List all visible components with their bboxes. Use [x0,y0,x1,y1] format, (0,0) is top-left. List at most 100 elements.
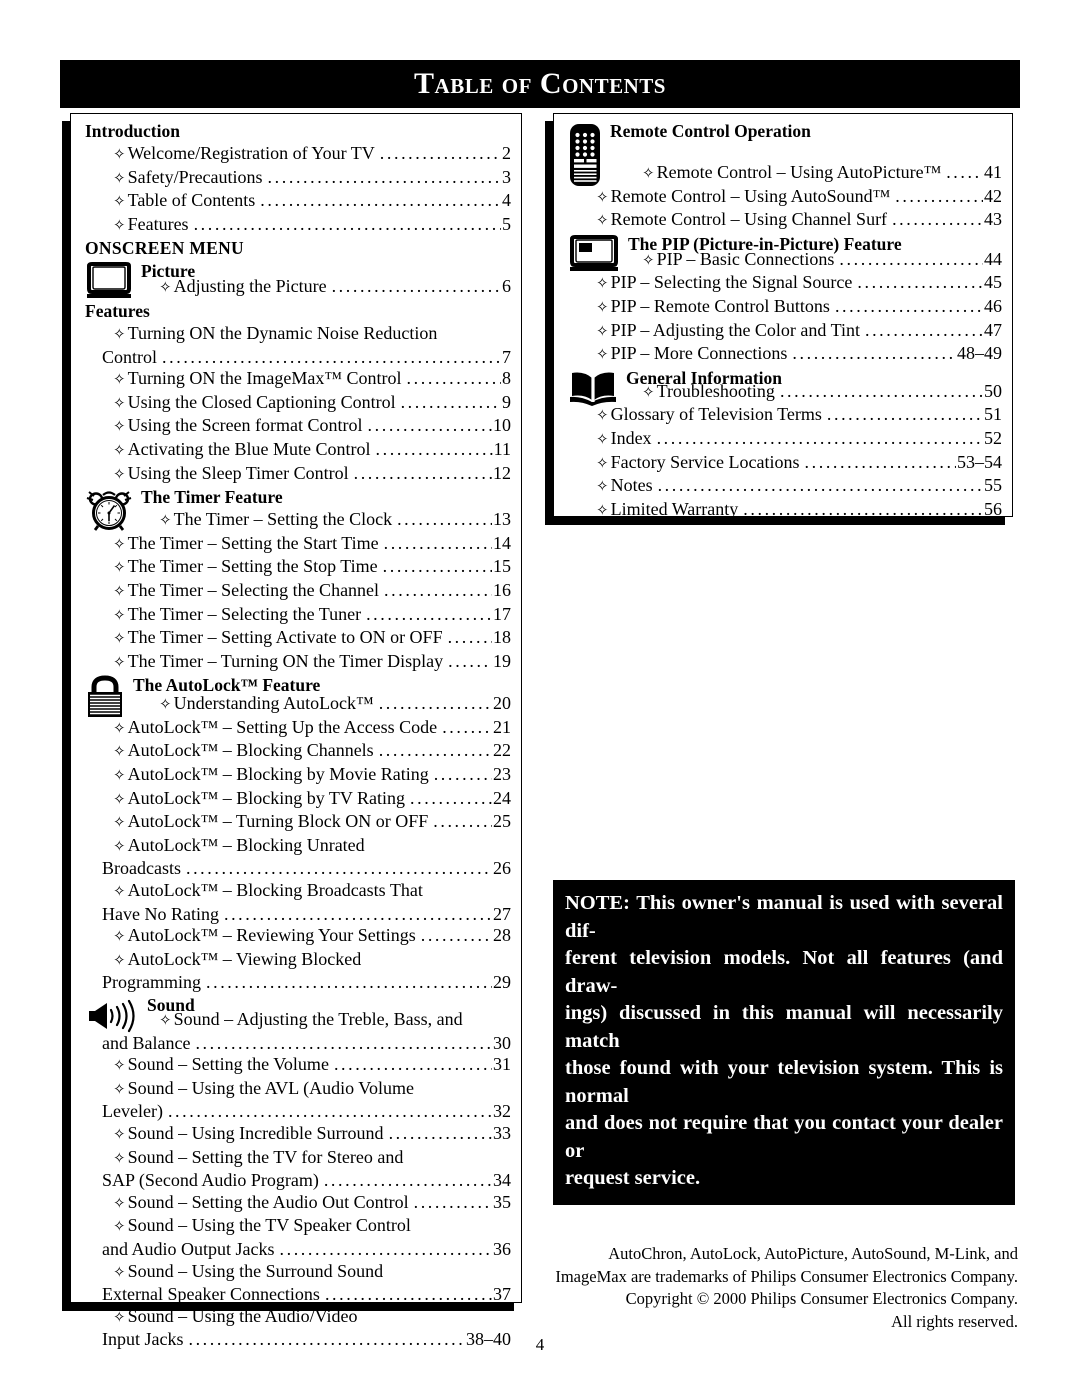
diamond-bullet-icon: ✧ [596,213,609,230]
toc-entry[interactable]: ✧ The Timer – Selecting the Channel......… [85,580,511,604]
diamond-bullet-icon: ✧ [113,838,126,855]
toc-entry[interactable]: ✧ The Timer – Setting the Stop Time......… [85,556,511,580]
toc-entry[interactable]: ✧ PIP – Remote Control Buttons...........… [568,296,1002,320]
toc-entry[interactable]: ✧ AutoLock™ – Turning Block ON or OFF....… [85,811,511,835]
toc-entry-title: AutoLock™ – Blocking by TV Rating [127,787,406,808]
toc-entry-page: 47 [984,319,1002,340]
toc-entry[interactable]: ✧ Safety/Precautions.....................… [85,167,511,191]
toc-entry-title: Features [127,213,189,234]
toc-entry-continuation[interactable]: Have No Rating..........................… [85,904,511,926]
toc-entry-title-cont: and Balance [102,1032,191,1053]
diamond-bullet-icon: ✧ [113,466,126,483]
toc-entry[interactable]: ✧ Remote Control – Using AutoSound™......… [568,186,1002,210]
toc-entry[interactable]: ✧ Sound – Using the AVL (Audio Volume [85,1078,511,1102]
toc-entry[interactable]: ✧ Sound – Using the TV Speaker Control [85,1215,511,1239]
toc-entry-page: 42 [984,185,1002,206]
toc-entry[interactable]: ✧ AutoLock™ – Reviewing Your Settings....… [85,925,511,949]
diamond-bullet-icon: ✧ [113,929,126,946]
toc-entry-continuation[interactable]: and Audio Output Jacks..................… [85,1239,511,1261]
note-line: NOTE: This owner's manual is used with s… [565,892,1003,942]
note-line: those found with your television system.… [565,1057,1003,1107]
toc-entry[interactable]: ✧ Index..................................… [568,428,1002,452]
toc-entry[interactable]: ✧ Sound – Setting the Audio Out Control..… [85,1192,511,1216]
note-line: request service. [565,1167,701,1189]
toc-entry[interactable]: ✧ Welcome/Registration of Your TV........… [85,143,511,167]
toc-entry-title: Sound – Setting the TV for Stereo and [127,1146,404,1167]
diamond-bullet-icon: ✧ [113,791,126,808]
toc-entry[interactable]: ✧ Using the Screen format Control........… [85,415,511,439]
toc-entry-title: Index [610,427,652,448]
toc-entry-title: Sound – Setting the Volume [127,1054,329,1075]
toc-entry-page: 45 [984,272,1002,293]
toc-entry[interactable]: ✧ AutoLock™ – Blocking by TV Rating......… [85,788,511,812]
toc-entry-page: 3 [502,166,511,187]
toc-entry[interactable]: ✧ Sound – Using the Audio/Video [85,1306,511,1330]
toc-entry-continuation[interactable]: Programming.............................… [85,972,511,994]
toc-entry-title: PIP – More Connections [610,343,788,364]
toc-entry[interactable]: ✧ The Timer – Setting the Clock..........… [85,509,511,533]
toc-entry-continuation[interactable]: and Balance.............................… [85,1033,511,1055]
leader-dots: ........................................… [397,509,492,530]
leader-dots: ........................................… [331,276,501,297]
toc-entry[interactable]: ✧ Activating the Blue Mute Control.......… [85,439,511,463]
toc-entry[interactable]: ✧ Table of Contents......................… [85,190,511,214]
toc-entry[interactable]: ✧ Sound – Setting the TV for Stereo and [85,1147,511,1171]
trademark-line: All rights reserved. [891,1311,1018,1331]
toc-entry-continuation[interactable]: Input Jacks.............................… [85,1329,511,1351]
toc-entry[interactable]: ✧ AutoLock™ – Blocking Unrated [85,835,511,859]
toc-entry-continuation[interactable]: SAP (Second Audio Program)..............… [85,1170,511,1192]
leader-dots: ........................................… [400,391,501,412]
toc-entry[interactable]: ✧ Limited Warranty.......................… [568,499,1002,523]
toc-entry[interactable]: ✧ Using the Closed Captioning Control....… [85,392,511,416]
toc-entry[interactable]: ✧ Understanding AutoLock™................… [85,693,511,717]
diamond-bullet-icon: ✧ [113,583,126,600]
toc-entry-title: The Timer – Setting the Start Time [127,532,379,553]
toc-entry[interactable]: ✧ AutoLock™ – Viewing Blocked [85,949,511,973]
toc-entry[interactable]: ✧ Features...............................… [85,214,511,238]
toc-entry-page: 2 [502,143,511,163]
toc-entry[interactable]: ✧ The Timer – Setting Activate to ON or O… [85,627,511,651]
toc-entry[interactable]: ✧ Sound – Using the Surround Sound [85,1261,511,1285]
toc-entry[interactable]: ✧ Remote Control – Using Channel Surf....… [568,209,1002,233]
toc-entry[interactable]: ✧ Turning ON the Dynamic Noise Reduction [85,323,511,347]
toc-entry[interactable]: ✧ The Timer – Turning ON the Timer Displa… [85,651,511,675]
toc-entry[interactable]: ✧ PIP – Selecting the Signal Source......… [568,272,1002,296]
toc-entry[interactable]: ✧ AutoLock™ – Setting Up the Access Code.… [85,717,511,741]
diamond-bullet-icon: ✧ [113,1058,126,1075]
toc-entry[interactable]: ✧ Remote Control – Using AutoPicture™....… [568,162,1002,186]
toc-entry-page: 44 [984,248,1002,269]
toc-entry[interactable]: ✧ Notes..................................… [568,475,1002,499]
page-title-bar: Table of Contents [60,60,1020,108]
toc-entry-page: 51 [984,404,1002,425]
diamond-bullet-icon: ✧ [596,431,609,448]
diamond-bullet-icon: ✧ [159,280,172,297]
toc-entry[interactable]: ✧ Sound – Setting the Volume.............… [85,1054,511,1078]
toc-entry-title: Using the Screen format Control [127,415,363,436]
toc-entry[interactable]: ✧ Sound – Using Incredible Surround......… [85,1123,511,1147]
toc-entry[interactable]: ✧ Using the Sleep Timer Control..........… [85,463,511,487]
toc-entry[interactable]: ✧ Glossary of Television Terms...........… [568,404,1002,428]
toc-entry[interactable]: ✧ AutoLock™ – Blocking Channels..........… [85,740,511,764]
toc-group-heading: Features [85,300,150,321]
toc-entry[interactable]: ✧ Turning ON the ImageMax™ Control.......… [85,368,511,392]
toc-entry[interactable]: ✧ PIP – More Connections.................… [568,343,1002,367]
leader-dots: ........................................… [656,427,983,448]
diamond-bullet-icon: ✧ [113,1150,126,1167]
leader-dots: ........................................… [895,185,983,206]
toc-entry-page: 4 [502,190,511,211]
toc-entry-continuation[interactable]: External Speaker Connections............… [85,1284,511,1306]
toc-entry[interactable]: ✧ PIP – Adjusting the Color and Tint.....… [568,320,1002,344]
toc-entry-title: Activating the Blue Mute Control [127,438,371,459]
toc-entry-page: 53–54 [957,451,1002,472]
toc-entry-continuation[interactable]: Leveler)................................… [85,1101,511,1123]
toc-entry-title-cont: Input Jacks [102,1329,184,1350]
toc-entry[interactable]: ✧ AutoLock™ – Blocking by Movie Rating...… [85,764,511,788]
toc-entry[interactable]: ✧ The Timer – Selecting the Tuner........… [85,604,511,628]
toc-entry-continuation[interactable]: Broadcasts..............................… [85,858,511,880]
page-title: Table of Contents [414,67,666,100]
trademark-line: ImageMax are trademarks of Philips Consu… [555,1266,1018,1286]
toc-entry[interactable]: ✧ Factory Service Locations..............… [568,452,1002,476]
toc-entry[interactable]: ✧ AutoLock™ – Blocking Broadcasts That [85,880,511,904]
toc-entry[interactable]: ✧ The Timer – Setting the Start Time.....… [85,533,511,557]
toc-entry-continuation[interactable]: Control.................................… [85,347,511,369]
